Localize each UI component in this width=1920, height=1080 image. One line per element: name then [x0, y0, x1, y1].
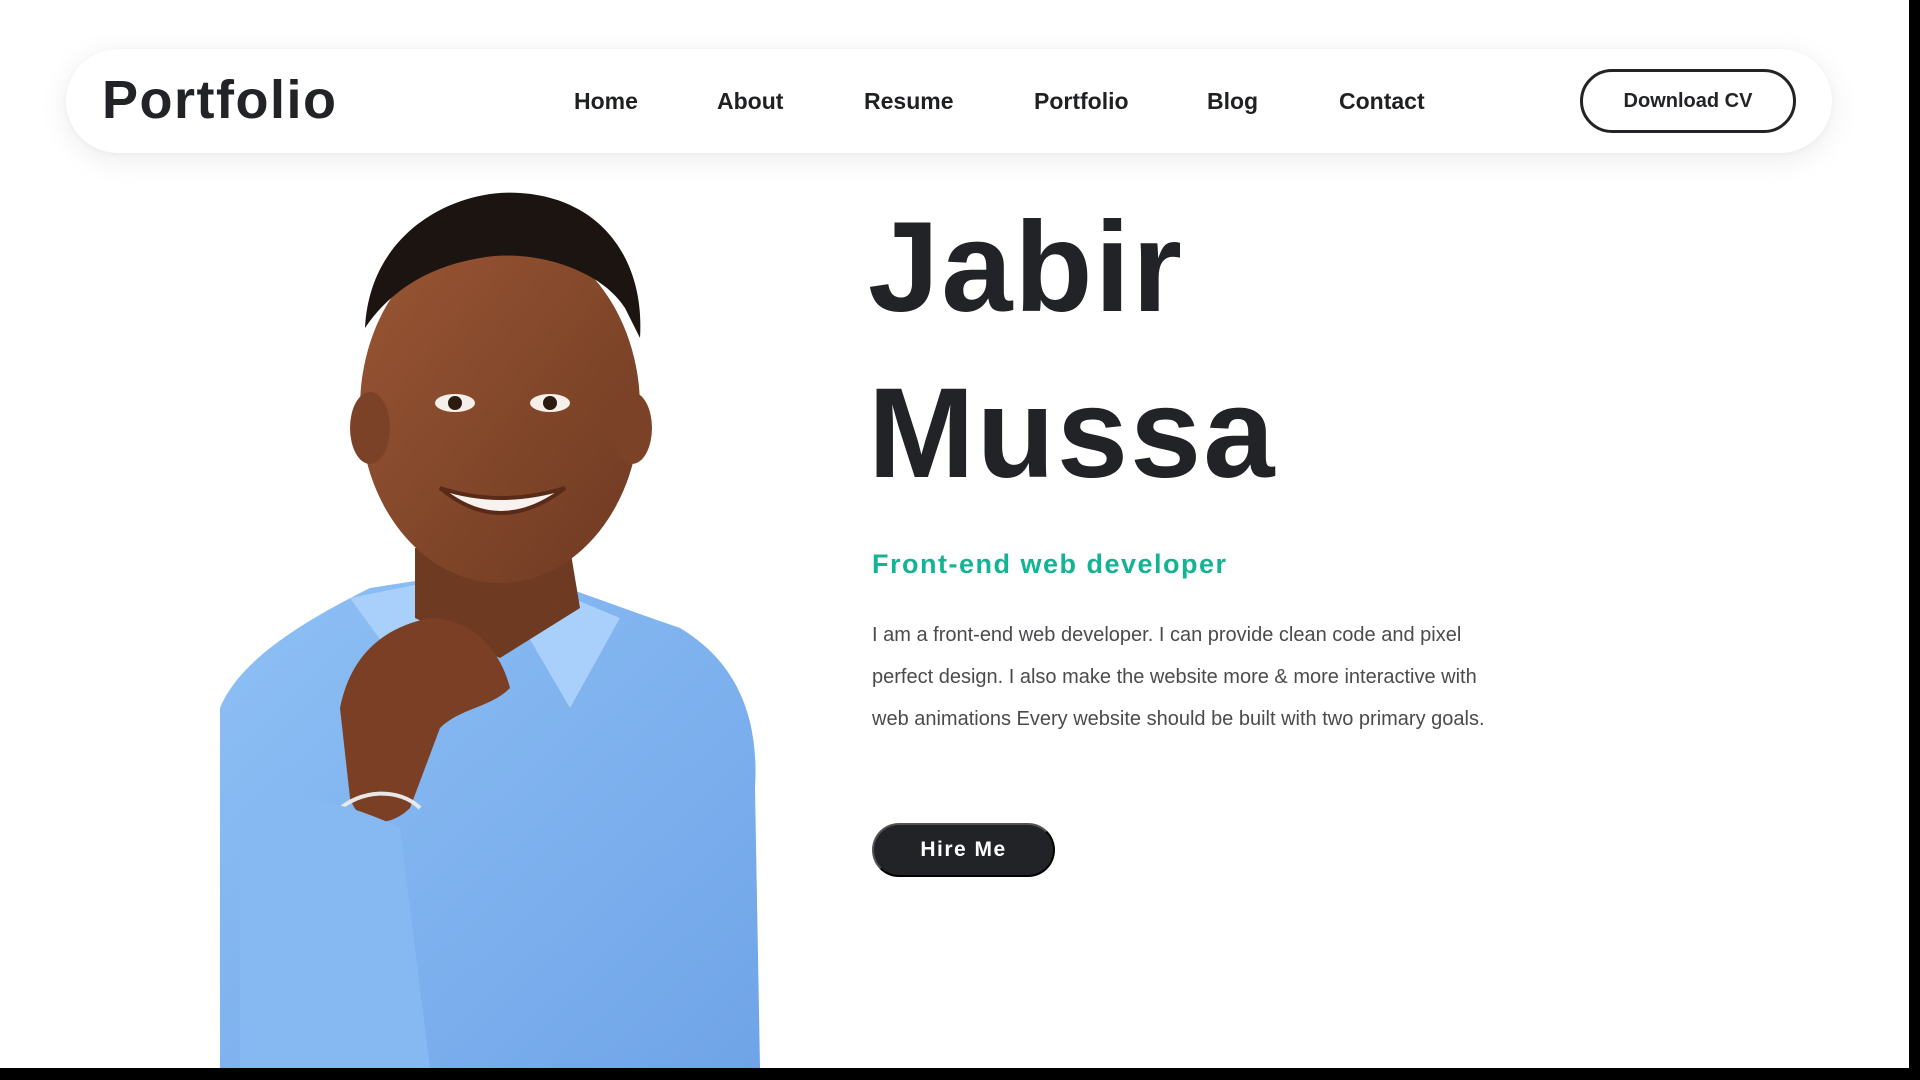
navbar: Portfolio Home About Resume Portfolio Bl… [66, 49, 1832, 153]
page: Portfolio Home About Resume Portfolio Bl… [0, 0, 1909, 1068]
nav-blog[interactable]: Blog [1207, 87, 1258, 115]
hero-first-name: Jabir [868, 196, 1184, 339]
nav-home[interactable]: Home [574, 87, 638, 115]
nav-resume[interactable]: Resume [864, 87, 953, 115]
nav-portfolio[interactable]: Portfolio [1034, 87, 1129, 115]
main-nav: Home About Resume Portfolio Blog Contact [66, 49, 1832, 153]
nav-contact[interactable]: Contact [1339, 87, 1425, 115]
hero-role: Front-end web developer [872, 549, 1228, 579]
profile-photo [220, 192, 760, 1068]
hero-last-name: Mussa [868, 362, 1277, 505]
hero-bio: I am a front-end web developer. I can pr… [872, 624, 1485, 730]
left-ear [350, 392, 390, 464]
nav-about[interactable]: About [717, 87, 783, 115]
right-ear [612, 392, 652, 464]
hire-me-button[interactable]: Hire Me [872, 823, 1055, 877]
download-cv-button[interactable]: Download CV [1580, 69, 1796, 133]
